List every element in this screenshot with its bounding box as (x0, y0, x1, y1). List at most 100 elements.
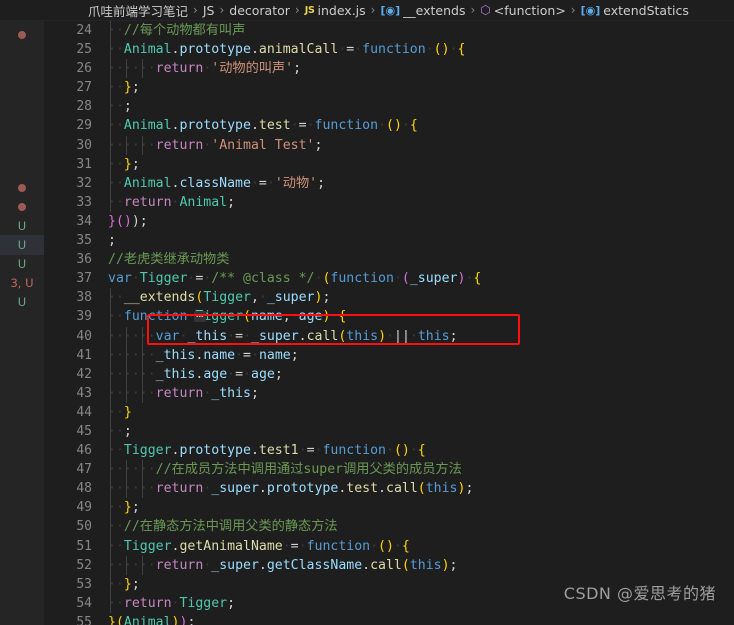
code-text: ··Tigger.getAnimalName·=·function·()·{ (108, 538, 410, 554)
line-number: 35 (76, 233, 92, 249)
scm-marker-label: U (17, 238, 27, 252)
code-line[interactable]: 47 ······//在成员方法中调用通过super调用父类的成员方法 (44, 460, 734, 480)
code-line[interactable]: 26 ······return·'动物的叫声'; (44, 59, 734, 79)
line-number: 30 (76, 137, 92, 153)
code-text: ··}; (108, 500, 140, 516)
breadcrumb-item-5[interactable]: ⬡ <function> (480, 3, 566, 18)
breadcrumb-item-2[interactable]: decorator (229, 3, 290, 18)
code-line[interactable]: 43 ······return·_this; (44, 383, 734, 403)
code-line[interactable]: 28 ··; (44, 97, 734, 117)
code-text: ······_this.name·=·name; (108, 347, 299, 363)
breadcrumb-item-6[interactable]: [◉] extendStatics (581, 3, 689, 18)
function-icon: ⬡ (480, 3, 491, 17)
code-line[interactable]: 36 //老虎类继承动物类 (44, 250, 734, 269)
line-number: 50 (76, 519, 92, 535)
code-line[interactable]: 42 ······_this.age·=·age; (44, 364, 734, 384)
line-number: 34 (76, 213, 92, 229)
breakpoint-dot-icon[interactable] (0, 178, 44, 198)
code-line[interactable]: 35; (44, 231, 734, 250)
code-text: ······//在成员方法中调用通过super调用父类的成员方法 (108, 462, 462, 478)
editor-breadcrumb[interactable]: 爪哇前端学习笔记 › JS › decorator › JS index.js › [◉] __ex… (0, 0, 734, 21)
breadcrumb-item-1[interactable]: JS (203, 3, 215, 18)
breadcrumb-item-4[interactable]: [◉] __extends (380, 3, 465, 18)
line-number: 48 (76, 481, 92, 497)
code-text: ······return·_super.getClassName.call(th… (108, 557, 458, 573)
line-number: 44 (76, 404, 92, 420)
breadcrumb-separator: › (219, 3, 225, 17)
code-text: var·Tigger·=·/** @class */·(function·(_s… (108, 271, 482, 287)
line-number: 45 (76, 423, 92, 439)
code-text: ··return·Animal; (108, 194, 236, 210)
method-icon: [◉] (580, 3, 601, 17)
code-line[interactable]: 41 ······_this.name·=·name; (44, 345, 734, 365)
code-line[interactable]: 29 ··Animal.prototype.test·=·function·()·… (44, 116, 734, 136)
code-line[interactable]: 39 ··function·Tigger(name,·age)·{⋯ (44, 307, 734, 327)
line-number: 40 (76, 328, 92, 344)
code-text: ··} (108, 404, 132, 420)
code-line[interactable]: 24 ··//每个动物都有叫声 (44, 21, 734, 41)
line-number: 27 (76, 80, 92, 96)
code-line[interactable]: 25 ··Animal.prototype.animalCall·=·functi… (44, 40, 734, 60)
breadcrumb-separator: › (370, 3, 376, 17)
vscode-editor-window: 爪哇前端学习笔记 › JS › decorator › JS index.js › [◉] __ex… (0, 0, 734, 625)
breadcrumb-item-3[interactable]: JS index.js (305, 3, 366, 18)
code-line[interactable]: 40 ······var·_this·=·_super.call(this)·||… (44, 326, 734, 346)
breakpoint-dot-icon (18, 203, 26, 211)
scm-untracked-marker[interactable]: U (0, 254, 44, 274)
code-line[interactable]: 49 ··}; (44, 498, 734, 518)
code-text: ······_this.age·=·age; (108, 366, 283, 382)
js-file-icon: JS (304, 4, 315, 16)
code-line[interactable]: 38 ··__extends(Tigger,·_super); (44, 288, 734, 308)
scm-marker-label: 3, U (10, 276, 34, 290)
breadcrumb-item-label: index.js (317, 2, 366, 18)
line-number: 31 (76, 156, 92, 172)
breadcrumb-separator: › (193, 3, 198, 17)
code-text: ··Animal.className·=·'动物'; (108, 175, 326, 191)
line-number: 39 (76, 309, 92, 325)
code-line[interactable]: 44 ··} (44, 402, 734, 422)
code-editor-area[interactable]: 24 ··//每个动物都有叫声 25 ··Animal.prototype.anima… (44, 21, 734, 625)
code-text: ··; (108, 423, 132, 439)
code-text: ··//在静态方法中调用父类的静态方法 (108, 519, 338, 535)
line-number: 36 (76, 252, 92, 268)
line-number: 42 (76, 366, 92, 382)
breadcrumb-item-0[interactable]: 爪哇前端学习笔记 (88, 1, 188, 20)
line-number: 47 (76, 462, 92, 478)
scm-marker-label: U (17, 257, 27, 271)
breakpoint-dot-icon[interactable] (0, 197, 44, 217)
scm-marker-label: U (17, 295, 27, 309)
code-line[interactable]: 52 ······return·_super.getClassName.call(… (44, 555, 734, 575)
code-line[interactable]: 51 ··Tigger.getAnimalName·=·function·()·{ (44, 536, 734, 556)
code-line[interactable]: 50 ··//在静态方法中调用父类的静态方法 (44, 517, 734, 537)
code-line[interactable]: 32 ··Animal.className·=·'动物'; (44, 173, 734, 193)
line-number: 43 (76, 385, 92, 401)
code-line[interactable]: 31 ··}; (44, 154, 734, 174)
line-number: 37 (76, 271, 92, 287)
code-line[interactable]: 30 ······return·'Animal Test'; (44, 135, 734, 155)
scm-conflict-marker[interactable]: 3, U (0, 273, 44, 293)
code-line[interactable]: 46 ··Tigger.prototype.test1·=·function·()… (44, 441, 734, 461)
code-line[interactable]: 34}()); (44, 212, 734, 231)
code-text: ; (108, 233, 116, 249)
code-text: ··Tigger.prototype.test1·=·function·()·{ (108, 443, 426, 459)
code-line[interactable]: 37 var·Tigger·=·/** @class */·(function·(… (44, 269, 734, 288)
folded-region-icon[interactable]: ⋯ (194, 310, 207, 323)
line-number: 25 (76, 42, 92, 58)
overview-ruler-strip[interactable]: U U U 3, UU (0, 21, 44, 625)
line-number: 38 (76, 290, 92, 306)
code-text: }(Animal)); (108, 614, 196, 625)
scm-untracked-marker[interactable]: U (0, 292, 44, 312)
code-line[interactable]: 45 ··; (44, 421, 734, 442)
method-icon: [◉] (380, 3, 401, 17)
code-line[interactable]: 48 ······return·_super.prototype.test.cal… (44, 479, 734, 499)
breadcrumb-item-label: <function> (493, 2, 566, 18)
code-line[interactable]: 27 ··}; (44, 78, 734, 98)
scm-untracked-marker[interactable]: U (0, 216, 44, 236)
code-text: ··Animal.prototype.test·=·function·()·{ (108, 118, 418, 134)
code-text: ··//每个动物都有叫声 (108, 23, 246, 38)
code-line[interactable]: 55}(Animal)); (44, 613, 734, 625)
breakpoint-dot-icon[interactable] (0, 25, 44, 45)
code-line[interactable]: 33 ··return·Animal; (44, 192, 734, 212)
scm-untracked-marker[interactable]: U (0, 235, 44, 255)
line-number: 54 (76, 595, 92, 611)
